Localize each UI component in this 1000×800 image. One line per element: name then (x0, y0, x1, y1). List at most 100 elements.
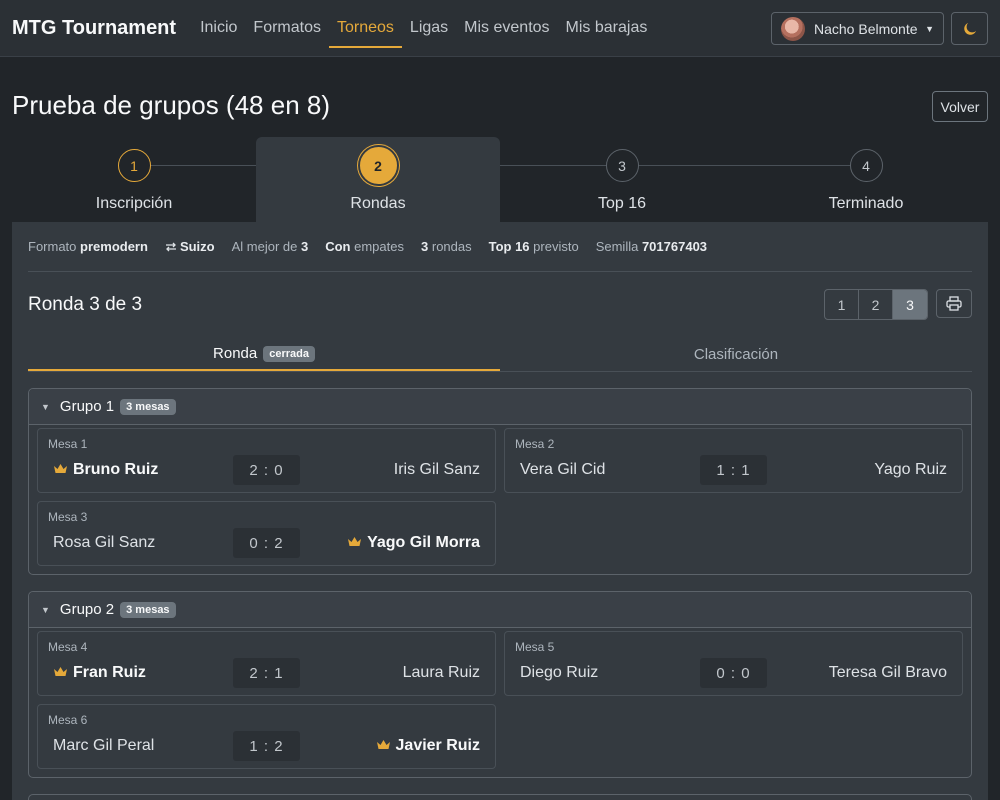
user-name: Nacho Belmonte (814, 20, 918, 37)
player-2: Teresa Gil Bravo (828, 664, 947, 681)
player-1: Vera Gil Cid (520, 461, 606, 478)
crown-icon (347, 534, 362, 552)
step-label: Inscripción (95, 195, 173, 212)
round-tabs: Ronda cerrada Clasificación (28, 338, 972, 372)
nav-mis-eventos[interactable]: Mis eventos (456, 10, 557, 46)
player-2: Yago Ruiz (874, 461, 947, 478)
group-card: ▼ Grupo 1 3 mesas Mesa 1 Bruno Ruiz 2 : … (28, 388, 972, 575)
round-panel: Formato premodern Suizo Al mejor de 3 Co… (12, 222, 988, 800)
group-name: Grupo 2 (59, 601, 115, 618)
status-badge: cerrada (263, 345, 315, 362)
collapse-triangle-icon: ▼ (41, 604, 50, 615)
crown-icon (376, 737, 391, 755)
round-page-3[interactable]: 3 (893, 290, 927, 319)
match-score[interactable]: 1 : 2 (233, 731, 300, 761)
group-name: Grupo 1 (59, 398, 115, 415)
crown-icon (53, 461, 68, 479)
nav-inicio[interactable]: Inicio (192, 10, 245, 46)
tab-ronda[interactable]: Ronda cerrada (28, 338, 500, 371)
tournament-info-bar: Formato premodern Suizo Al mejor de 3 Co… (28, 222, 972, 272)
mesa-label: Mesa 3 (48, 510, 88, 524)
step-label: Rondas (350, 195, 406, 212)
step-label: Terminado (828, 195, 904, 212)
player-1: Marc Gil Peral (53, 737, 155, 754)
nav-links: Inicio Formatos Torneos Ligas Mis evento… (192, 0, 655, 56)
nav-formatos[interactable]: Formatos (245, 10, 329, 46)
brand-logo[interactable]: MTG Tournament (12, 17, 176, 40)
match-score[interactable]: 1 : 1 (700, 455, 767, 485)
group-matches: Mesa 1 Bruno Ruiz 2 : 0 Iris Gil Sanz Me… (29, 425, 971, 574)
nav-ligas[interactable]: Ligas (402, 10, 456, 46)
info-empates: Con empates (325, 239, 404, 254)
step-label: Top 16 (597, 195, 647, 212)
moon-icon (963, 22, 976, 35)
caret-down-icon: ▼ (925, 23, 934, 34)
match-score[interactable]: 2 : 1 (233, 658, 300, 688)
mesa-label: Mesa 4 (48, 640, 88, 654)
info-mejor-de: Al mejor de 3 (231, 239, 309, 254)
step-number: 2 (359, 147, 397, 184)
crown-icon (53, 664, 68, 682)
tab-clasificacion[interactable]: Clasificación (500, 338, 972, 371)
match-score[interactable]: 0 : 0 (700, 658, 767, 688)
mesas-badge: 3 mesas (120, 601, 176, 618)
step-rondas[interactable]: 2 Rondas (256, 137, 500, 222)
match-card[interactable]: Mesa 4 Fran Ruiz 2 : 1 Laura Ruiz (37, 631, 496, 696)
info-top: Top 16 previsto (488, 239, 579, 254)
mesa-label: Mesa 6 (48, 713, 88, 727)
round-pagination: 1 2 3 (824, 289, 928, 320)
step-inscripcion[interactable]: 1 Inscripción (12, 137, 256, 222)
print-button[interactable] (936, 289, 972, 318)
printer-icon (946, 296, 962, 311)
info-semilla: Semilla 701767403 (595, 239, 708, 254)
player-1: Bruno Ruiz (53, 461, 158, 479)
match-card[interactable]: Mesa 5 Diego Ruiz 0 : 0 Teresa Gil Bravo (504, 631, 963, 696)
match-card[interactable]: Mesa 3 Rosa Gil Sanz 0 : 2 Yago Gil Morr… (37, 501, 496, 566)
step-number: 3 (605, 149, 639, 182)
step-number: 1 (117, 149, 151, 182)
group-matches: Mesa 4 Fran Ruiz 2 : 1 Laura Ruiz Mesa 5… (29, 628, 971, 777)
mesa-label: Mesa 5 (515, 640, 555, 654)
step-top16[interactable]: 3 Top 16 (500, 137, 744, 222)
tournament-stepper: 1 Inscripción 2 Rondas 3 Top 16 4 Termin… (12, 137, 988, 222)
player-1: Rosa Gil Sanz (53, 534, 156, 551)
page-title: Prueba de grupos (48 en 8) (12, 90, 330, 120)
player-1: Diego Ruiz (520, 664, 599, 681)
mesa-label: Mesa 2 (515, 437, 555, 451)
step-terminado[interactable]: 4 Terminado (744, 137, 988, 222)
player-2: Laura Ruiz (402, 664, 480, 681)
match-card[interactable]: Mesa 1 Bruno Ruiz 2 : 0 Iris Gil Sanz (37, 428, 496, 493)
mesas-badge: 3 mesas (120, 398, 176, 415)
player-2: Iris Gil Sanz (393, 461, 480, 478)
player-2: Javier Ruiz (376, 737, 480, 755)
round-page-2[interactable]: 2 (859, 290, 893, 319)
group-card: ▼ Grupo 2 3 mesas Mesa 4 Fran Ruiz 2 : 1… (28, 591, 972, 778)
info-sistema: Suizo (165, 239, 215, 254)
nav-mis-barajas[interactable]: Mis barajas (558, 10, 656, 46)
match-score[interactable]: 2 : 0 (233, 455, 300, 485)
top-navbar: MTG Tournament Inicio Formatos Torneos L… (0, 0, 1000, 57)
round-page-1[interactable]: 1 (825, 290, 859, 319)
player-2: Yago Gil Morra (347, 534, 480, 552)
info-rondas: 3 rondas (421, 239, 472, 254)
avatar (781, 16, 805, 41)
theme-toggle-button[interactable] (951, 12, 988, 45)
swap-icon (165, 242, 176, 252)
round-title: Ronda 3 de 3 (28, 294, 143, 315)
back-button[interactable]: Volver (932, 91, 988, 122)
page-header: Prueba de grupos (48 en 8) Volver (0, 57, 1000, 137)
info-formato: Formato premodern (28, 239, 148, 254)
group-card-partial (28, 794, 972, 800)
step-number: 4 (849, 149, 883, 182)
player-1: Fran Ruiz (53, 664, 146, 682)
tab-ronda-label: Ronda (213, 345, 258, 362)
collapse-triangle-icon: ▼ (41, 401, 50, 412)
user-menu-dropdown[interactable]: Nacho Belmonte ▼ (771, 12, 944, 45)
nav-torneos[interactable]: Torneos (329, 10, 402, 48)
match-score[interactable]: 0 : 2 (233, 528, 300, 558)
match-card[interactable]: Mesa 2 Vera Gil Cid 1 : 1 Yago Ruiz (504, 428, 963, 493)
mesa-label: Mesa 1 (48, 437, 88, 451)
match-card[interactable]: Mesa 6 Marc Gil Peral 1 : 2 Javier Ruiz (37, 704, 496, 769)
group-header-toggle[interactable]: ▼ Grupo 1 3 mesas (29, 389, 971, 425)
group-header-toggle[interactable]: ▼ Grupo 2 3 mesas (29, 592, 971, 628)
